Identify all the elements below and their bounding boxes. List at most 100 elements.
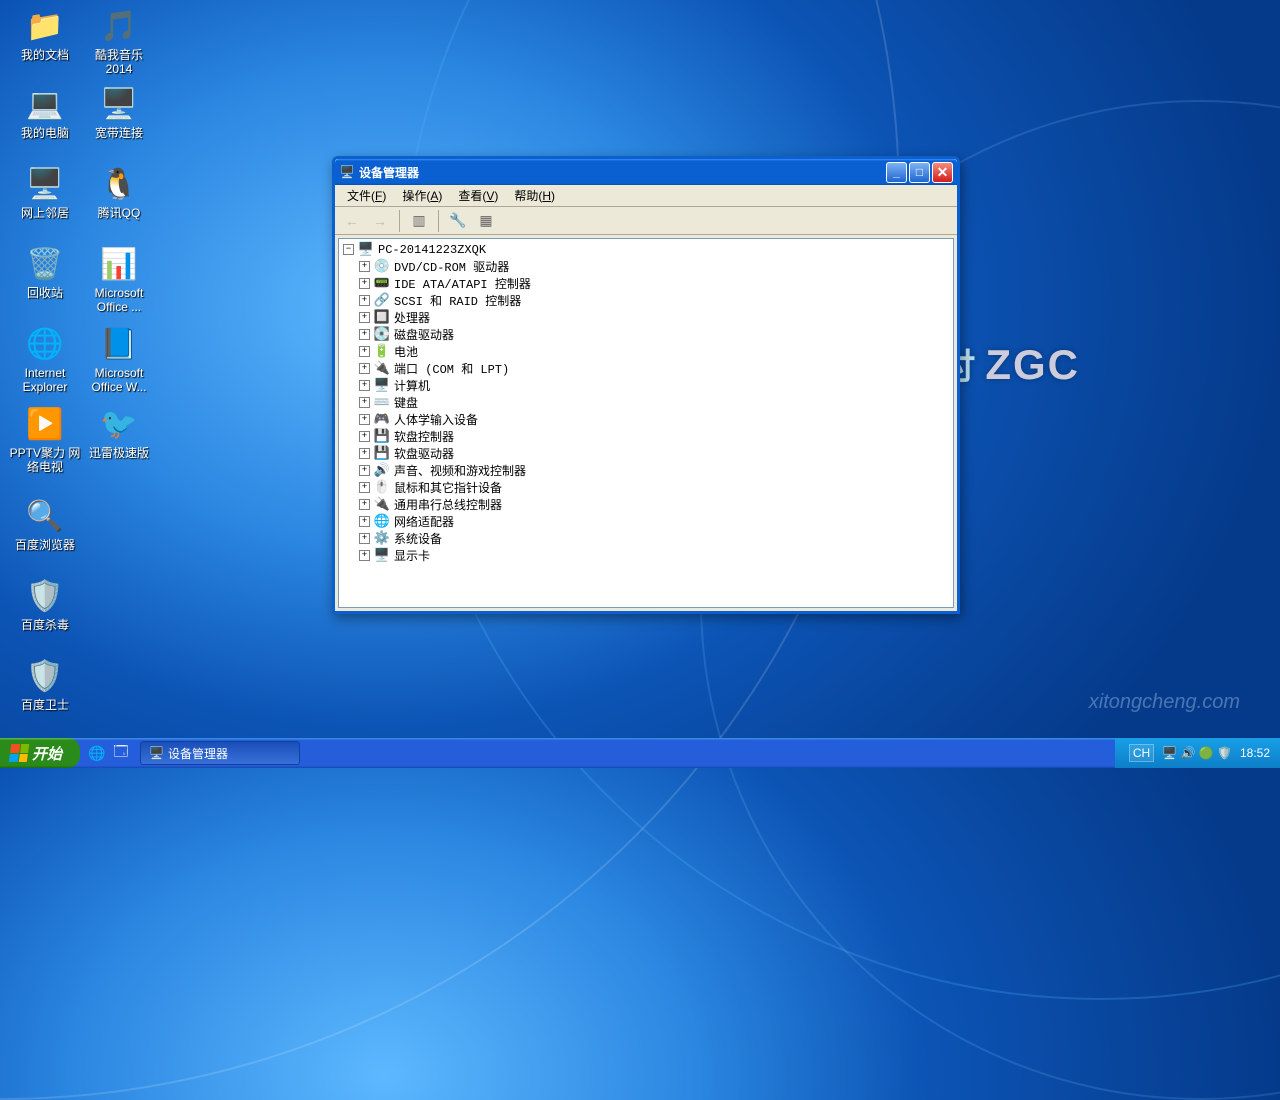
tree-node[interactable]: +🔊声音、视频和游戏控制器 bbox=[341, 462, 951, 479]
tree-node[interactable]: + 🔌通用串行总线控制器 bbox=[341, 496, 951, 513]
desktop-icon-ms-office[interactable]: 📊Microsoft Office ... bbox=[82, 244, 156, 314]
expand-icon[interactable]: + bbox=[359, 499, 370, 510]
expand-icon[interactable]: + bbox=[359, 397, 370, 408]
desktop-icon-my-documents[interactable]: 📁我的文档 bbox=[8, 6, 82, 62]
tree-root[interactable]: − 🖥️ PC-20141223ZXQK bbox=[341, 241, 951, 258]
collapse-icon[interactable]: − bbox=[343, 244, 354, 255]
menu-f[interactable]: 文件(F) bbox=[339, 185, 394, 206]
tree-node-label: 软盘驱动器 bbox=[394, 445, 454, 462]
tree-node[interactable]: +📟IDE ATA/ATAPI 控制器 bbox=[341, 275, 951, 292]
tree-node[interactable]: +🔌端口 (COM 和 LPT) bbox=[341, 360, 951, 377]
tree-node-label: 人体学输入设备 bbox=[394, 411, 478, 428]
show-hide-tree-button[interactable]: ▥ bbox=[408, 210, 430, 232]
tree-node-label: 声音、视频和游戏控制器 bbox=[394, 462, 526, 479]
expand-icon[interactable]: + bbox=[359, 414, 370, 425]
expand-icon[interactable]: + bbox=[359, 278, 370, 289]
scan-hardware-button[interactable]: ▦ bbox=[475, 210, 497, 232]
titlebar[interactable]: 🖥️ 设备管理器 _ □ ✕ bbox=[335, 159, 957, 185]
desktop-icon-broadband[interactable]: 🖥️宽带连接 bbox=[82, 84, 156, 140]
desktop-icon-ms-office-w[interactable]: 📘Microsoft Office W... bbox=[82, 324, 156, 394]
tray-icons[interactable]: 🖥️ 🔊 🟢 🛡️ bbox=[1162, 746, 1232, 760]
tree-node-label: 电池 bbox=[394, 343, 418, 360]
language-indicator[interactable]: CH bbox=[1129, 744, 1154, 762]
expand-icon[interactable]: + bbox=[359, 312, 370, 323]
ql-ie-icon[interactable]: 🌐 bbox=[86, 742, 108, 764]
maximize-button[interactable]: □ bbox=[909, 162, 930, 183]
tree-node[interactable]: +⚙️系统设备 bbox=[341, 530, 951, 547]
tree-node[interactable]: +🖥️计算机 bbox=[341, 377, 951, 394]
ql-show-desktop-icon[interactable]: 🗔 bbox=[110, 742, 132, 764]
system-tray: CH 🖥️ 🔊 🟢 🛡️ 18:52 bbox=[1115, 738, 1280, 768]
start-button[interactable]: 开始 bbox=[0, 738, 80, 768]
tree-node[interactable]: +🔲处理器 bbox=[341, 309, 951, 326]
expand-icon[interactable]: + bbox=[359, 431, 370, 442]
tree-node[interactable]: +🌐网络适配器 bbox=[341, 513, 951, 530]
device-manager-window: 🖥️ 设备管理器 _ □ ✕ 文件(F)操作(A)查看(V)帮助(H) ← → … bbox=[332, 156, 960, 614]
desktop-icon-label: 腾讯QQ bbox=[82, 206, 156, 220]
tree-node[interactable]: +⌨️键盘 bbox=[341, 394, 951, 411]
desktop-icon-my-computer[interactable]: 💻 我的电脑 bbox=[8, 84, 82, 140]
minimize-button[interactable]: _ bbox=[886, 162, 907, 183]
desktop-icon-network-places[interactable]: 🖥️ 网上邻居 bbox=[8, 164, 82, 220]
expand-icon[interactable]: + bbox=[359, 448, 370, 459]
tree-node[interactable]: +💾软盘控制器 bbox=[341, 428, 951, 445]
device-category-icon: 🔲 bbox=[374, 310, 390, 326]
tree-node[interactable]: +🔗SCSI 和 RAID 控制器 bbox=[341, 292, 951, 309]
expand-icon[interactable]: + bbox=[359, 295, 370, 306]
menu-h[interactable]: 帮助(H) bbox=[506, 185, 563, 206]
expand-icon[interactable]: + bbox=[359, 261, 370, 272]
desktop-icon-label: 网上邻居 bbox=[8, 206, 82, 220]
desktop-icon-label: 酷我音乐 2014 bbox=[82, 48, 156, 76]
window-title: 设备管理器 bbox=[359, 164, 886, 181]
desktop-icon-recycle-bin[interactable]: 🗑️回收站 bbox=[8, 244, 82, 300]
tree-node-label: 鼠标和其它指针设备 bbox=[394, 479, 502, 496]
close-button[interactable]: ✕ bbox=[932, 162, 953, 183]
menu-v[interactable]: 查看(V) bbox=[450, 185, 506, 206]
expand-icon[interactable]: + bbox=[359, 346, 370, 357]
tree-node[interactable]: +🖥️显示卡 bbox=[341, 547, 951, 564]
desktop-icon-tencent-qq[interactable]: 🐧腾讯QQ bbox=[82, 164, 156, 220]
clock[interactable]: 18:52 bbox=[1240, 746, 1270, 760]
properties-button[interactable]: 🔧 bbox=[447, 210, 469, 232]
expand-icon[interactable]: + bbox=[359, 465, 370, 476]
menu-a[interactable]: 操作(A) bbox=[394, 185, 450, 206]
tree-node[interactable]: +🎮人体学输入设备 bbox=[341, 411, 951, 428]
taskbar-button-device-manager[interactable]: 🖥️ 设备管理器 bbox=[140, 741, 300, 765]
device-category-icon: ⚙️ bbox=[374, 531, 390, 547]
expand-icon[interactable]: + bbox=[359, 550, 370, 561]
tree-node[interactable]: +💾软盘驱动器 bbox=[341, 445, 951, 462]
desktop-icon-baidu-guard[interactable]: 🛡️百度卫士 bbox=[8, 656, 82, 712]
device-category-icon: 🖥️ bbox=[374, 378, 390, 394]
expand-icon[interactable]: + bbox=[359, 329, 370, 340]
taskbar: 开始 🌐 🗔 🖥️ 设备管理器 CH 🖥️ 🔊 🟢 🛡️ 18:52 bbox=[0, 738, 1280, 768]
device-tree[interactable]: − 🖥️ PC-20141223ZXQK +💿DVD/CD-ROM 驱动器+📟I… bbox=[338, 238, 954, 608]
desktop-icon-kuwo-music[interactable]: 🎵酷我音乐 2014 bbox=[82, 6, 156, 76]
tree-node[interactable]: +🔋电池 bbox=[341, 343, 951, 360]
network-places-icon: 🖥️ bbox=[25, 164, 65, 204]
tree-node[interactable]: +💽磁盘驱动器 bbox=[341, 326, 951, 343]
my-computer-icon: 💻 bbox=[25, 84, 65, 124]
baidu-antivirus-icon: 🛡️ bbox=[25, 576, 65, 616]
desktop-icon-label: 百度杀毒 bbox=[8, 618, 82, 632]
desktop-icon-baidu-antivirus[interactable]: 🛡️ 百度杀毒 bbox=[8, 576, 82, 632]
desktop-icon-xunlei[interactable]: 🐦迅雷极速版 bbox=[82, 404, 156, 460]
expand-icon[interactable]: + bbox=[359, 380, 370, 391]
tree-node[interactable]: +💿DVD/CD-ROM 驱动器 bbox=[341, 258, 951, 275]
taskbtn-label: 设备管理器 bbox=[168, 745, 228, 762]
desktop-icon-label: Microsoft Office W... bbox=[82, 366, 156, 394]
expand-icon[interactable]: + bbox=[359, 363, 370, 374]
toolbar-separator bbox=[399, 210, 400, 232]
tree-node-label: 通用串行总线控制器 bbox=[394, 496, 502, 513]
desktop-icon-pptv[interactable]: ▶️PPTV聚力 网 络电视 bbox=[8, 404, 82, 474]
desktop-icon-internet-explorer[interactable]: 🌐Internet Explorer bbox=[8, 324, 82, 394]
expand-icon[interactable]: + bbox=[359, 516, 370, 527]
desktop-icon-label: 我的电脑 bbox=[8, 126, 82, 140]
tree-node-label: 键盘 bbox=[394, 394, 418, 411]
expand-icon[interactable]: + bbox=[359, 533, 370, 544]
windows-flag-icon bbox=[9, 744, 30, 762]
tree-node[interactable]: +🖱️鼠标和其它指针设备 bbox=[341, 479, 951, 496]
expand-icon[interactable]: + bbox=[359, 482, 370, 493]
desktop-icon-label: 迅雷极速版 bbox=[82, 446, 156, 460]
device-category-icon: 🔌 bbox=[374, 497, 390, 513]
desktop-icon-baidu-browser[interactable]: 🔍百度浏览器 bbox=[8, 496, 82, 552]
